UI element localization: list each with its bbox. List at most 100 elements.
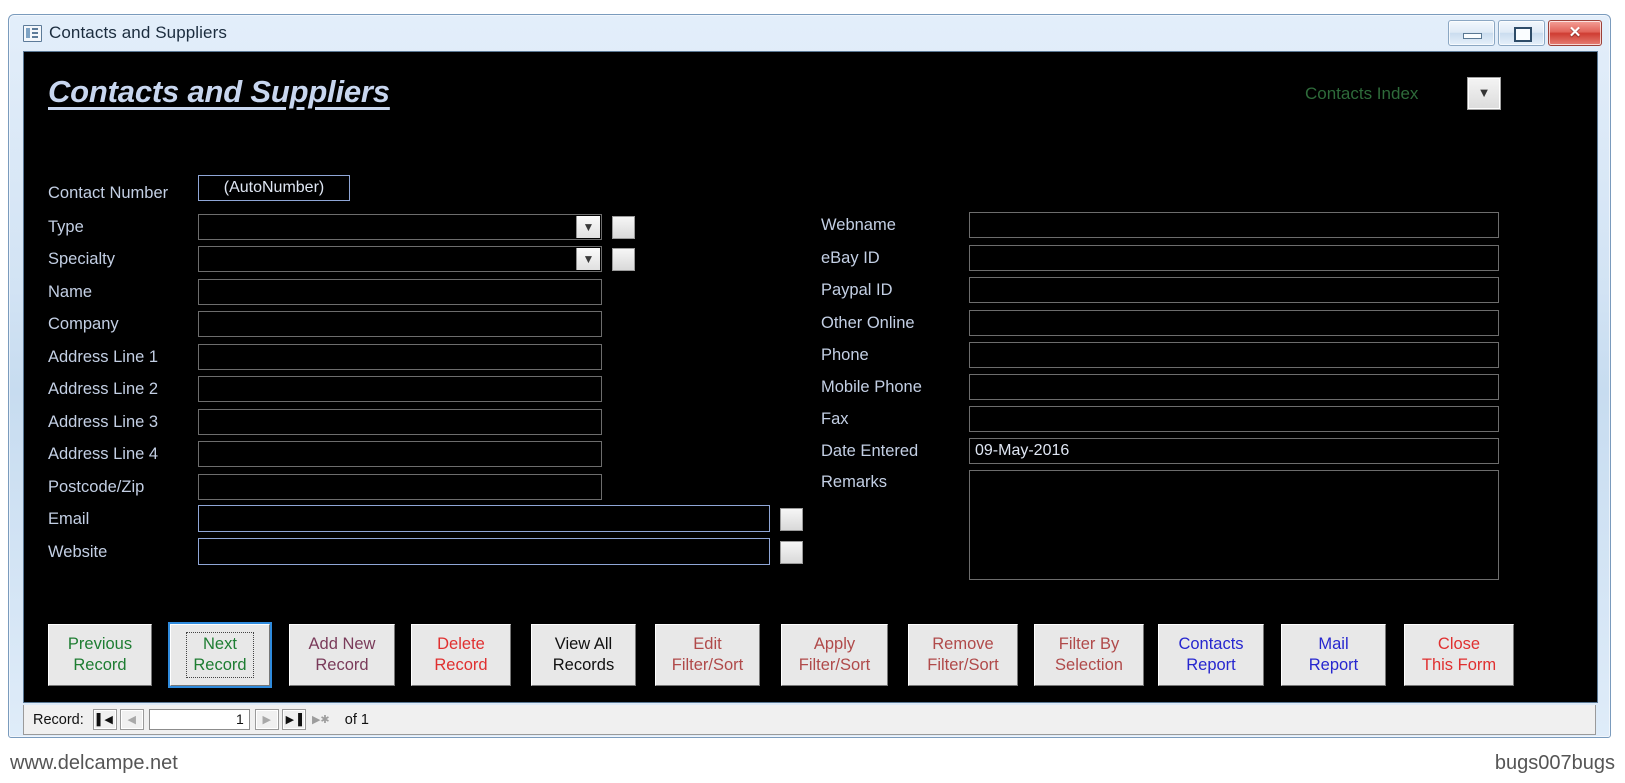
button-line-1: Previous xyxy=(67,635,133,653)
form-action-buttons: Previous Record Next Record Add New Reco… xyxy=(24,610,1597,702)
label-name: Name xyxy=(48,283,93,301)
remove-filter-sort-button[interactable]: Remove Filter/Sort xyxy=(908,624,1018,686)
button-line-1: Close xyxy=(1437,635,1481,653)
label-other-online: Other Online xyxy=(821,314,915,332)
input-specialty[interactable]: ▼ xyxy=(198,246,602,272)
contacts-index-dropdown[interactable]: ▼ xyxy=(1467,77,1501,110)
email-open-button[interactable] xyxy=(780,508,803,531)
watermark-left: www.delcampe.net xyxy=(10,752,178,774)
label-webname: Webname xyxy=(821,216,896,234)
label-fax: Fax xyxy=(821,410,849,428)
label-address-line-1: Address Line 1 xyxy=(48,348,159,366)
record-number-input[interactable]: 1 xyxy=(148,709,250,730)
input-phone[interactable] xyxy=(969,342,1499,368)
window-caption-buttons: ✕ xyxy=(1448,20,1602,46)
close-button[interactable]: ✕ xyxy=(1548,20,1602,46)
button-line-2: Filter/Sort xyxy=(927,656,999,674)
button-line-2: Record xyxy=(73,656,127,674)
minimize-button[interactable] xyxy=(1448,20,1495,46)
button-line-2: Report xyxy=(1186,656,1236,674)
label-remarks: Remarks xyxy=(821,473,888,491)
input-website[interactable] xyxy=(198,538,770,565)
input-postcode-zip[interactable] xyxy=(198,474,602,500)
chevron-down-icon[interactable]: ▼ xyxy=(576,216,600,238)
button-line-2: Record xyxy=(434,656,488,674)
close-icon: ✕ xyxy=(1568,24,1582,41)
input-ebay-id[interactable] xyxy=(969,245,1499,271)
next-record-button[interactable]: Next Record xyxy=(168,622,272,688)
website-open-button[interactable] xyxy=(780,541,803,564)
button-line-1: Apply xyxy=(813,635,856,653)
button-line-1: Next xyxy=(203,635,237,653)
input-webname[interactable] xyxy=(969,212,1499,238)
input-mobile-phone[interactable] xyxy=(969,374,1499,400)
button-line-1: Filter By xyxy=(1058,635,1120,653)
input-address-line-3[interactable] xyxy=(198,409,602,435)
input-paypal-id[interactable] xyxy=(969,277,1499,303)
new-record-button[interactable]: ▶✱ xyxy=(309,709,333,730)
input-date-entered[interactable]: 09-May-2016 xyxy=(969,438,1499,464)
last-record-button[interactable]: ▶▐ xyxy=(281,709,306,730)
input-email[interactable] xyxy=(198,505,770,532)
label-ebay-id: eBay ID xyxy=(821,249,880,267)
input-type[interactable]: ▼ xyxy=(198,214,602,240)
input-contact-number[interactable]: (AutoNumber) xyxy=(198,175,350,201)
button-line-1: Add New xyxy=(308,635,376,653)
label-postcode-zip: Postcode/Zip xyxy=(48,478,145,496)
next-record-nav-button[interactable]: ▶ xyxy=(254,709,279,730)
close-this-form-button[interactable]: Close This Form xyxy=(1404,624,1514,686)
label-address-line-4: Address Line 4 xyxy=(48,445,159,463)
input-address-line-2[interactable] xyxy=(198,376,602,402)
label-website: Website xyxy=(48,543,108,561)
view-all-records-button[interactable]: View All Records xyxy=(531,624,636,686)
chevron-down-icon[interactable]: ▼ xyxy=(576,248,600,270)
label-address-line-2: Address Line 2 xyxy=(48,380,159,398)
button-line-2: This Form xyxy=(1421,656,1497,674)
button-line-2: Record xyxy=(193,656,247,674)
button-line-1: Remove xyxy=(932,635,994,653)
maximize-button[interactable] xyxy=(1498,20,1545,46)
type-lookup-button[interactable] xyxy=(612,216,635,239)
value-contact-number: (AutoNumber) xyxy=(223,179,325,196)
specialty-lookup-button[interactable] xyxy=(612,248,635,271)
input-other-online[interactable] xyxy=(969,310,1499,336)
label-company: Company xyxy=(48,315,119,333)
label-type: Type xyxy=(48,218,84,236)
delete-record-button[interactable]: Delete Record xyxy=(411,624,511,686)
input-company[interactable] xyxy=(198,311,602,337)
input-address-line-4[interactable] xyxy=(198,441,602,467)
button-line-1: Mail xyxy=(1318,635,1349,653)
input-remarks[interactable] xyxy=(969,470,1499,580)
chevron-down-icon: ▼ xyxy=(1477,85,1491,100)
label-phone: Phone xyxy=(821,346,869,364)
maximize-icon xyxy=(1514,27,1532,42)
edit-filter-sort-button[interactable]: Edit Filter/Sort xyxy=(655,624,760,686)
contacts-report-button[interactable]: Contacts Report xyxy=(1158,624,1264,686)
button-line-2: Record xyxy=(315,656,369,674)
button-line-1: Delete xyxy=(437,635,485,653)
application-window: Contacts and Suppliers ✕ Contacts and Su… xyxy=(8,14,1611,738)
input-name[interactable] xyxy=(198,279,602,305)
button-line-2: Report xyxy=(1308,656,1359,674)
previous-record-button[interactable]: Previous Record xyxy=(48,624,152,686)
input-address-line-1[interactable] xyxy=(198,344,602,370)
button-line-1: Edit xyxy=(693,635,722,653)
record-navigator: Record: ▌◀ ◀ 1 ▶ ▶▐ ▶✱ of 1 xyxy=(23,705,1596,735)
label-date-entered: Date Entered xyxy=(821,442,919,460)
label-email: Email xyxy=(48,510,90,528)
watermark-right: bugs007bugs xyxy=(1494,752,1615,774)
add-new-record-button[interactable]: Add New Record xyxy=(289,624,395,686)
mail-report-button[interactable]: Mail Report xyxy=(1281,624,1386,686)
first-record-button[interactable]: ▌◀ xyxy=(92,709,117,730)
label-address-line-3: Address Line 3 xyxy=(48,413,159,431)
input-fax[interactable] xyxy=(969,406,1499,432)
label-mobile-phone: Mobile Phone xyxy=(821,378,922,396)
filter-by-selection-button[interactable]: Filter By Selection xyxy=(1034,624,1144,686)
record-label: Record: xyxy=(33,711,84,728)
window-titlebar: Contacts and Suppliers ✕ xyxy=(9,15,1610,51)
minimize-icon xyxy=(1463,33,1482,39)
button-line-1: View All xyxy=(554,635,613,653)
label-specialty: Specialty xyxy=(48,250,115,268)
previous-record-nav-button[interactable]: ◀ xyxy=(119,709,144,730)
apply-filter-sort-button[interactable]: Apply Filter/Sort xyxy=(781,624,888,686)
